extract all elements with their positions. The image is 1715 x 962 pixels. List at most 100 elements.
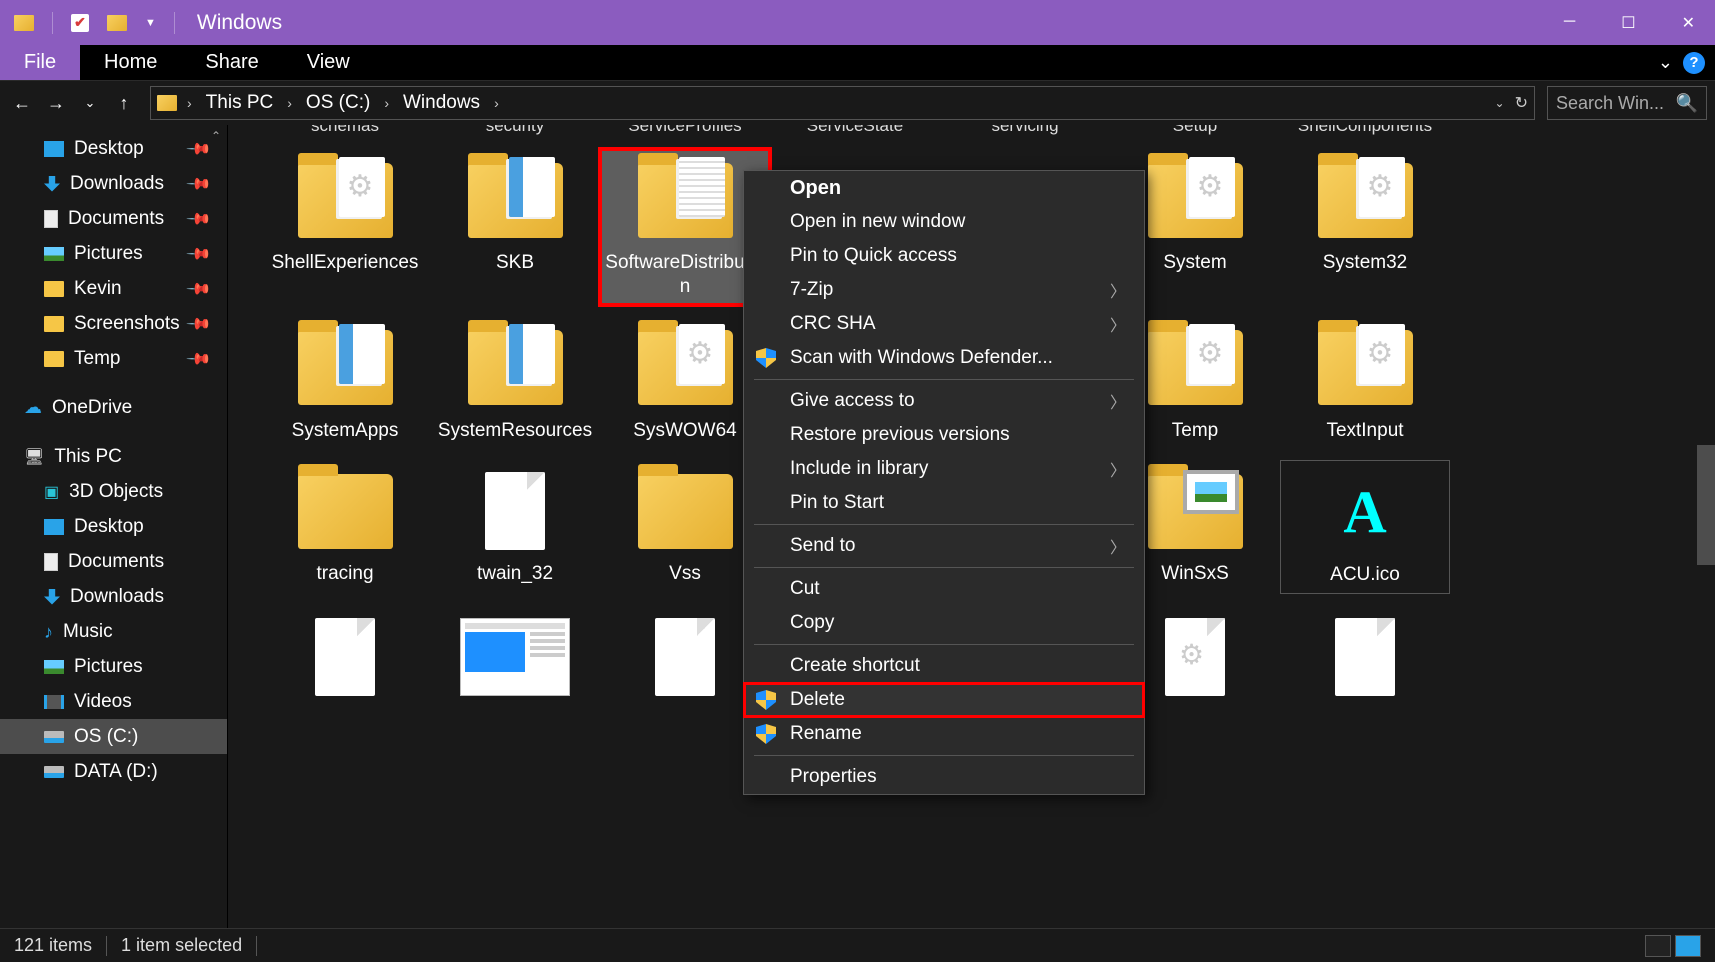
sidebar-item-pictures[interactable]: Pictures📌 bbox=[0, 236, 227, 271]
maximize-button[interactable]: ☐ bbox=[1621, 13, 1635, 33]
file-item[interactable]: AACU.ico bbox=[1280, 460, 1450, 594]
menu-item-7-zip[interactable]: 7-Zip〉 bbox=[744, 273, 1144, 307]
file-item[interactable] bbox=[1280, 606, 1450, 714]
sidebar-item-documents[interactable]: Documents📌 bbox=[0, 201, 227, 236]
sidebar-item-temp[interactable]: Temp📌 bbox=[0, 341, 227, 376]
file-label: SoftwareDistribution bbox=[605, 251, 765, 299]
file-item[interactable] bbox=[430, 606, 600, 714]
up-button[interactable]: ↑ bbox=[110, 89, 138, 117]
menu-item-include-in-library[interactable]: Include in library〉 bbox=[744, 452, 1144, 486]
menu-item-give-access-to[interactable]: Give access to〉 bbox=[744, 384, 1144, 418]
sidebar-item-desktop[interactable]: Desktop📌 bbox=[0, 131, 227, 166]
file-item[interactable]: SKB bbox=[430, 149, 600, 305]
menu-item-properties[interactable]: Properties bbox=[744, 760, 1144, 794]
icons-view-button[interactable] bbox=[1675, 935, 1701, 957]
pin-icon: 📌 bbox=[185, 309, 213, 337]
scrollbar-thumb[interactable] bbox=[1697, 445, 1715, 565]
sidebar-item-downloads[interactable]: Downloads bbox=[0, 579, 227, 614]
search-input[interactable]: Search Win... 🔍 bbox=[1547, 86, 1707, 120]
file-label: ServiceProfiles bbox=[628, 125, 741, 136]
minimize-button[interactable]: ─ bbox=[1564, 13, 1575, 33]
menu-item-create-shortcut[interactable]: Create shortcut bbox=[744, 649, 1144, 683]
search-placeholder: Search Win... bbox=[1556, 93, 1664, 114]
file-item[interactable]: SystemResources bbox=[430, 317, 600, 449]
address-bar[interactable]: › This PC › OS (C:) › Windows › ⌄ ↻ bbox=[150, 86, 1535, 120]
file-label: WinSxS bbox=[1161, 562, 1229, 586]
sidebar-item-kevin[interactable]: Kevin📌 bbox=[0, 271, 227, 306]
sidebar-item-3d-objects[interactable]: ▣3D Objects bbox=[0, 474, 227, 509]
back-button[interactable]: ← bbox=[8, 89, 36, 117]
sidebar-item-downloads[interactable]: Downloads📌 bbox=[0, 166, 227, 201]
sidebar-item-desktop[interactable]: Desktop bbox=[0, 509, 227, 544]
qat-dropdown-icon[interactable]: ▼ bbox=[145, 17, 156, 29]
close-button[interactable]: ✕ bbox=[1682, 13, 1695, 33]
forward-button[interactable]: → bbox=[42, 89, 70, 117]
file-item[interactable]: ServiceState bbox=[770, 125, 940, 137]
folder-icon[interactable] bbox=[14, 15, 34, 31]
titlebar: ✔ ▼ Windows ─ ☐ ✕ bbox=[0, 0, 1715, 45]
refresh-icon[interactable]: ↻ bbox=[1515, 93, 1528, 113]
doc-icon bbox=[44, 553, 58, 571]
chevron-icon[interactable]: › bbox=[380, 95, 393, 111]
sidebar-thispc[interactable]: 🖥 This PC bbox=[0, 439, 227, 474]
file-label: SysWOW64 bbox=[633, 419, 736, 443]
ribbon-expand-icon[interactable]: ⌄ bbox=[1658, 52, 1673, 73]
file-item[interactable]: security bbox=[430, 125, 600, 137]
menu-item-restore-previous-versions[interactable]: Restore previous versions bbox=[744, 418, 1144, 452]
chevron-icon[interactable]: › bbox=[283, 95, 296, 111]
pin-icon: 📌 bbox=[185, 239, 213, 267]
file-item[interactable]: ServiceProfiles bbox=[600, 125, 770, 137]
sidebar-item-documents[interactable]: Documents bbox=[0, 544, 227, 579]
file-item[interactable]: TextInput bbox=[1280, 317, 1450, 449]
sidebar-onedrive[interactable]: ☁ OneDrive bbox=[0, 390, 227, 425]
file-item[interactable]: ShellExperiences bbox=[260, 149, 430, 305]
chevron-icon[interactable]: › bbox=[490, 95, 503, 111]
sidebar-item-pictures[interactable]: Pictures bbox=[0, 649, 227, 684]
menu-item-copy[interactable]: Copy bbox=[744, 606, 1144, 640]
file-item[interactable]: System32 bbox=[1280, 149, 1450, 305]
file-item[interactable]: schemas bbox=[260, 125, 430, 137]
tab-share[interactable]: Share bbox=[181, 45, 282, 80]
file-item[interactable]: tracing bbox=[260, 460, 430, 594]
pin-icon: 📌 bbox=[185, 204, 213, 232]
address-dropdown-icon[interactable]: ⌄ bbox=[1495, 96, 1505, 110]
menu-item-delete[interactable]: Delete bbox=[744, 683, 1144, 717]
file-item[interactable]: twain_32 bbox=[430, 460, 600, 594]
crumb-folder[interactable]: Windows bbox=[399, 92, 484, 114]
sidebar-item-screenshots[interactable]: Screenshots📌 bbox=[0, 306, 227, 341]
menu-item-cut[interactable]: Cut bbox=[744, 572, 1144, 606]
sidebar-item-os-c-[interactable]: OS (C:) bbox=[0, 719, 227, 754]
file-label: TextInput bbox=[1326, 419, 1403, 443]
menu-item-open[interactable]: Open bbox=[744, 171, 1144, 205]
menu-item-pin-to-quick-access[interactable]: Pin to Quick access bbox=[744, 239, 1144, 273]
sidebar-item-data-d-[interactable]: DATA (D:) bbox=[0, 754, 227, 789]
shield-icon bbox=[756, 690, 776, 710]
chevron-icon[interactable]: › bbox=[183, 95, 196, 111]
tab-view[interactable]: View bbox=[283, 45, 374, 80]
scrollbar[interactable] bbox=[1697, 125, 1715, 928]
sidebar-item-music[interactable]: ♪Music bbox=[0, 614, 227, 649]
file-tab[interactable]: File bbox=[0, 45, 80, 80]
menu-item-send-to[interactable]: Send to〉 bbox=[744, 529, 1144, 563]
recent-dropdown[interactable]: ⌄ bbox=[76, 89, 104, 117]
file-item[interactable]: Setup bbox=[1110, 125, 1280, 137]
properties-icon[interactable]: ✔ bbox=[71, 14, 89, 32]
video-icon bbox=[44, 695, 64, 709]
new-folder-icon[interactable] bbox=[107, 15, 127, 31]
help-icon[interactable]: ? bbox=[1683, 52, 1705, 74]
menu-item-pin-to-start[interactable]: Pin to Start bbox=[744, 486, 1144, 520]
file-item[interactable]: ShellComponents bbox=[1280, 125, 1450, 137]
crumb-thispc[interactable]: This PC bbox=[202, 92, 278, 114]
crumb-drive[interactable]: OS (C:) bbox=[302, 92, 374, 114]
file-label: Vss bbox=[669, 562, 701, 586]
file-item[interactable]: servicing bbox=[940, 125, 1110, 137]
menu-item-open-in-new-window[interactable]: Open in new window bbox=[744, 205, 1144, 239]
file-item[interactable]: SystemApps bbox=[260, 317, 430, 449]
menu-item-crc-sha[interactable]: CRC SHA〉 bbox=[744, 307, 1144, 341]
file-item[interactable] bbox=[260, 606, 430, 714]
menu-item-scan-with-windows-defender-[interactable]: Scan with Windows Defender... bbox=[744, 341, 1144, 375]
sidebar-item-videos[interactable]: Videos bbox=[0, 684, 227, 719]
tab-home[interactable]: Home bbox=[80, 45, 181, 80]
menu-item-rename[interactable]: Rename bbox=[744, 717, 1144, 751]
details-view-button[interactable] bbox=[1645, 935, 1671, 957]
